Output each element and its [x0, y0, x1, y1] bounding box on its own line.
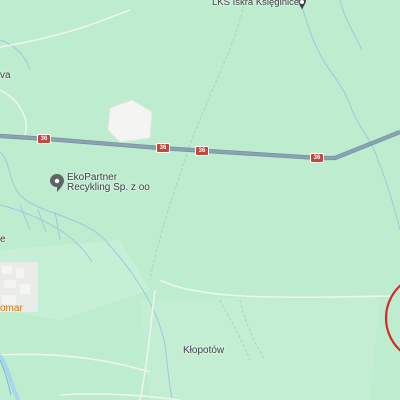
- location-pin-icon[interactable]: [298, 0, 306, 10]
- village-label-klopotow: Kłopotów: [183, 345, 225, 356]
- map-base-layer: [0, 0, 400, 400]
- place-label-cut: va: [0, 70, 11, 81]
- poi-label-orange[interactable]: omar: [0, 303, 23, 314]
- river: [0, 353, 20, 400]
- building: [107, 99, 153, 143]
- road-shield-36: 36: [156, 143, 170, 153]
- road-shield-36: 36: [37, 134, 51, 144]
- location-pin-icon[interactable]: [50, 174, 64, 192]
- map-canvas[interactable]: 36 36 36 36 LKS Iskra Księginice EkoPart…: [0, 0, 400, 400]
- stadium-label[interactable]: LKS Iskra Księginice: [212, 0, 299, 8]
- place-label-cut: e: [0, 234, 6, 245]
- farmland-area: [140, 295, 380, 400]
- highlight-circle: [384, 284, 400, 352]
- road-shield-36: 36: [310, 153, 324, 163]
- recycling-label-line2[interactable]: Recykling Sp. z oo: [67, 182, 150, 193]
- road-shield-36: 36: [195, 146, 209, 156]
